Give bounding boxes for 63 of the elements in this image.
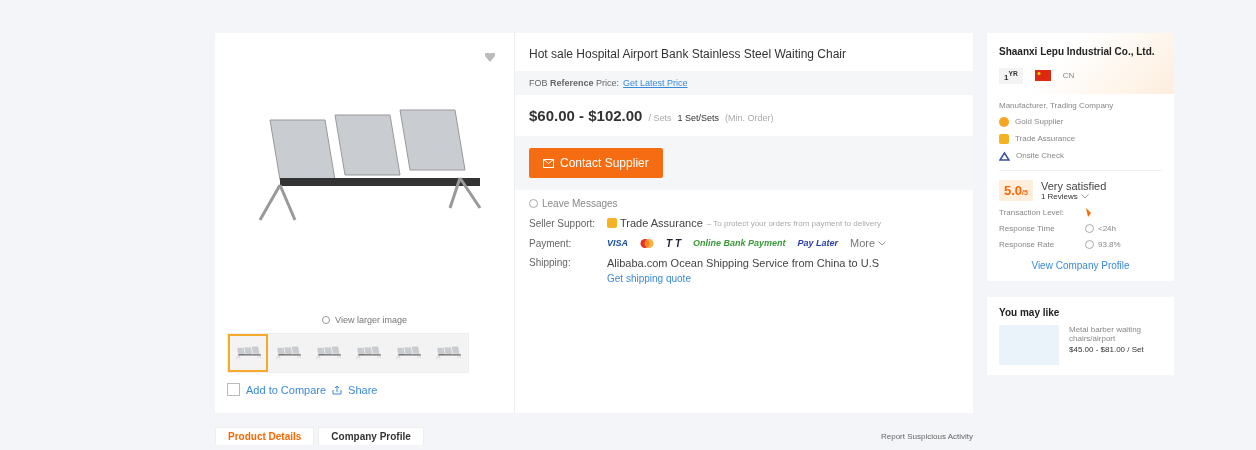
reference-price-label: FOB Reference Price: — [529, 78, 620, 88]
add-to-compare-link[interactable]: Add to Compare — [246, 383, 327, 396]
product-price: $45.00 - $81.00 / Set — [1069, 344, 1145, 354]
share-link[interactable]: Share — [348, 383, 378, 396]
business-type: Manufacturer, Trading Company — [999, 100, 1115, 110]
chair-photo — [234, 345, 262, 361]
country-code: CN — [1062, 71, 1075, 81]
supplier-badge-label: Gold Supplier — [1015, 117, 1064, 127]
chair-photo — [394, 345, 422, 361]
stat-label: Transaction Level: — [999, 207, 1066, 217]
shipping-label: Shipping: — [529, 257, 572, 268]
reviews-dropdown[interactable]: 1 Reviews — [1040, 191, 1078, 201]
pay-later-logo: Pay Later — [797, 238, 839, 248]
stat-value: <24h — [1098, 223, 1117, 233]
trade-assurance-note: – To protect your orders from payment to delivery — [706, 218, 881, 228]
view-larger-link[interactable]: View larger image — [335, 315, 407, 325]
heart-icon[interactable] — [485, 53, 495, 62]
stat-label: Response Rate — [999, 239, 1056, 249]
visa-logo: VISA — [607, 238, 628, 248]
min-order: 1 Set/Sets — [677, 113, 719, 123]
more-dropdown[interactable]: More — [850, 237, 876, 249]
years-badge: 1$^{YR}$ — [999, 68, 1023, 84]
tt-logo: T T — [666, 237, 681, 249]
trade-assurance-text: Trade Assurance — [620, 217, 703, 229]
bank-payment-logo: Online Bank Payment — [693, 238, 786, 248]
stat-label: Response Time — [999, 223, 1056, 233]
mail-icon — [543, 158, 554, 168]
price-unit: / Sets — [648, 113, 672, 123]
chair-photo — [434, 345, 462, 361]
level-icon — [1085, 207, 1091, 217]
report-link[interactable]: Report Suspicious Activity — [880, 431, 973, 441]
flag-icon — [1034, 70, 1051, 82]
card-logo-icon — [640, 238, 654, 248]
supplier-badge-label: Trade Assurance — [1015, 134, 1076, 144]
product-title: Hot sale Hospital Airport Bank Stainless Steel Waiting Chair — [528, 46, 848, 63]
tab[interactable]: Product Details — [215, 427, 315, 445]
product-name[interactable]: Metal barber waiting chairs/airport — [1069, 324, 1162, 343]
supplier-badge-label: Onsite Check — [1016, 151, 1065, 161]
share-icon — [332, 384, 343, 395]
min-order-note: (Min. Order) — [725, 113, 774, 123]
shipping-quote-link[interactable]: Get shipping quote — [607, 273, 880, 284]
payment-label: Payment: — [529, 237, 573, 249]
stat-value: 93.8% — [1098, 239, 1121, 249]
leave-messages-link[interactable]: Leave Messages — [542, 198, 618, 209]
chevron-down-icon — [878, 240, 887, 246]
company-profile-link[interactable]: View Company Profile — [1031, 259, 1130, 271]
price-range: $60.00 - $102.00 — [529, 107, 643, 124]
contact-supplier-button[interactable]: Contact Supplier — [529, 148, 663, 178]
latest-price-link[interactable]: Get Latest Price — [623, 78, 688, 88]
thumbnail[interactable] — [228, 334, 268, 372]
chair-photo — [354, 345, 382, 361]
compare-checkbox[interactable] — [227, 383, 240, 396]
chair-photo — [274, 345, 302, 361]
thumbnail[interactable] — [268, 334, 308, 372]
seller-support-label: Seller Support: — [529, 217, 597, 229]
thumbnail[interactable] — [428, 334, 468, 372]
rating-text: Very satisfied — [1040, 179, 1107, 192]
chevron-down-icon — [1080, 193, 1089, 199]
shipping-text: Alibaba.com Ocean Shipping Service from China to U.S — [607, 257, 880, 269]
chair-photo — [314, 345, 342, 361]
you-may-like-title: You may like — [999, 306, 1061, 318]
supplier-name: Shaanxi Lepu Industrial Co., Ltd. — [999, 45, 1156, 59]
tab[interactable]: Company Profile — [318, 427, 424, 445]
